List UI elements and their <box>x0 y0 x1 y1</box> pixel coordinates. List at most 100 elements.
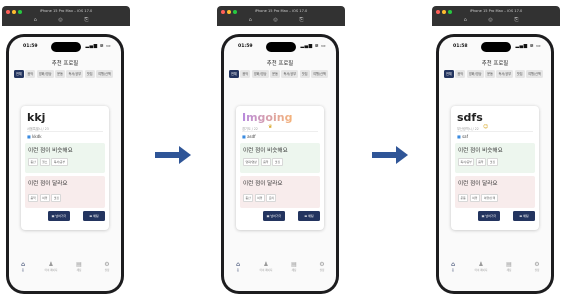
category-tab[interactable]: 음악 <box>25 70 36 78</box>
divider <box>457 131 533 132</box>
tab-settings[interactable]: ⚙ 설정 <box>310 261 334 281</box>
category-tab[interactable]: 영화/영상 <box>251 70 269 78</box>
tab-settings[interactable]: ⚙ 설정 <box>95 261 119 281</box>
tab-mypage[interactable]: ♟ 마이 페이지 <box>254 261 278 281</box>
category-tab[interactable]: 음악 <box>240 70 251 78</box>
chat-button[interactable]: ▬ 채팅 <box>83 211 105 221</box>
category-tab[interactable]: 맛집 <box>84 70 95 78</box>
category-tab[interactable]: 전체 <box>14 70 24 78</box>
skip-button[interactable]: ▣ 넘어가기 <box>478 211 500 221</box>
simulator-window-2: iPhone 15 Pro Max – iOS 17.0 ⌂ ◎ ⎘ 01:59… <box>217 6 345 294</box>
similar-title: 이런 점이 비슷해요 <box>243 148 288 154</box>
phone-screen: 01:59 ▂▄▆ ≋ ▭ 추천 프로필 전체 음악 영화/영상 운동 독서/공… <box>9 37 121 291</box>
bottom-tab-bar: ⌂ 홈 ♟ 마이 페이지 ▤ 채팅 ⚙ 설정 <box>224 261 336 281</box>
category-tab[interactable]: 영화/영상 <box>36 70 54 78</box>
category-tab[interactable]: 독서/공부 <box>496 70 514 78</box>
interest-pill: 여행 <box>39 194 50 202</box>
category-tab[interactable]: 여행/산책 <box>96 70 113 78</box>
profile-card[interactable]: sdfs 부산광역시 / 22 ☺ ■ saf 이런 점이 비슷해요 독서/공부… <box>451 106 539 230</box>
interest-pill: 음악 <box>260 158 271 166</box>
category-tab[interactable]: 전체 <box>444 70 454 78</box>
tab-settings[interactable]: ⚙ 설정 <box>525 261 549 281</box>
category-tab[interactable]: 독서/공부 <box>66 70 84 78</box>
profile-tag: ■ saf <box>457 134 468 139</box>
simulator-toolbar: iPhone 15 Pro Max – iOS 17.0 ⌂ ◎ ⎘ <box>217 6 345 26</box>
profile-tag-text: saf <box>462 134 469 139</box>
category-tab[interactable]: 여행/산책 <box>311 70 328 78</box>
person-icon: ♟ <box>263 261 269 268</box>
status-time: 01:59 <box>23 44 38 49</box>
category-tab[interactable]: 전체 <box>229 70 239 78</box>
category-tab[interactable]: 독서/공부 <box>281 70 299 78</box>
similar-title: 이런 점이 비슷해요 <box>458 148 503 154</box>
profile-card[interactable]: Imgoing 경기도 / 22 ♛ ■ asdf 이런 점이 비슷해요 영화/… <box>236 106 324 230</box>
status-time: 01:58 <box>453 44 468 49</box>
tab-mypage[interactable]: ♟ 마이 페이지 <box>469 261 493 281</box>
tab-chat[interactable]: ▤ 채팅 <box>497 261 521 281</box>
simulator-tool-icons[interactable]: ⌂ ◎ ⎘ <box>2 17 130 23</box>
dynamic-island <box>266 42 296 52</box>
similar-title: 이런 점이 비슷해요 <box>28 148 73 154</box>
different-section: 이런 점이 달라요 음악 여행 맛집 <box>25 176 105 208</box>
simulator-tool-icons[interactable]: ⌂ ◎ ⎘ <box>217 17 345 23</box>
status-icons: ▂▄▆ ≋ ▭ <box>515 44 541 49</box>
arrow-shaft <box>155 152 181 158</box>
category-tabs: 전체 음악 영화/영상 운동 독서/공부 맛집 여행/산책 <box>14 70 113 78</box>
interest-pill: 운동 <box>458 194 469 202</box>
page-title: 추천 프로필 <box>266 61 294 67</box>
tab-mypage[interactable]: ♟ 마이 페이지 <box>39 261 63 281</box>
interest-pill: 음악 <box>28 194 39 202</box>
tab-home[interactable]: ⌂ 홈 <box>441 261 465 281</box>
similar-section: 이런 점이 비슷해요 독서/공부 음악 맛집 <box>455 143 535 173</box>
skip-button[interactable]: ▣ 넘어가기 <box>263 211 285 221</box>
tab-label: 채팅 <box>506 269 512 272</box>
tab-home[interactable]: ⌂ 홈 <box>226 261 250 281</box>
arrow-head <box>396 146 408 164</box>
profile-card[interactable]: kkj 서울특별시 / 23 ■ kkdk 이런 점이 비슷해요 등산 헬스 독… <box>21 106 109 230</box>
interest-pill: 요리 <box>266 194 277 202</box>
person-icon: ♟ <box>48 261 54 268</box>
bottom-tab-bar: ⌂ 홈 ♟ 마이 페이지 ▤ 채팅 ⚙ 설정 <box>439 261 551 281</box>
gear-icon: ⚙ <box>534 261 540 268</box>
page-title: 추천 프로필 <box>51 61 79 67</box>
chat-button[interactable]: ▬ 채팅 <box>513 211 535 221</box>
skip-icon: ▣ <box>481 214 485 218</box>
skip-button-label: 넘어가기 <box>485 214 497 218</box>
profile-tag: ■ asdf <box>242 134 256 139</box>
chat-button-label: 채팅 <box>523 214 529 218</box>
simulator-title: iPhone 15 Pro Max – iOS 17.0 <box>39 9 93 13</box>
category-tab[interactable]: 음악 <box>455 70 466 78</box>
chat-list-icon: ▤ <box>291 261 297 268</box>
tab-chat[interactable]: ▤ 채팅 <box>67 261 91 281</box>
skip-button[interactable]: ▣ 넘어가기 <box>48 211 70 221</box>
skip-button-label: 넘어가기 <box>55 214 67 218</box>
tab-label: 설정 <box>104 269 110 272</box>
category-tab[interactable]: 운동 <box>485 70 495 78</box>
tag-dot-icon: ■ <box>457 134 461 139</box>
tab-label: 홈 <box>21 269 25 272</box>
status-icons: ▂▄▆ ≋ ▭ <box>85 44 111 49</box>
badge-icon: ☺ <box>483 124 489 130</box>
category-tab[interactable]: 맛집 <box>514 70 525 78</box>
arrow-head <box>179 146 191 164</box>
category-tab[interactable]: 운동 <box>55 70 65 78</box>
category-tab[interactable]: 운동 <box>270 70 280 78</box>
interest-pill: 독서/공부 <box>458 158 475 166</box>
chat-icon: ▬ <box>304 214 308 218</box>
profile-name: sdfs <box>457 111 483 124</box>
dynamic-island <box>481 42 511 52</box>
different-title: 이런 점이 달라요 <box>458 181 498 187</box>
similar-pills: 등산 헬스 독서/공부 <box>28 158 68 166</box>
category-tab[interactable]: 맛집 <box>299 70 310 78</box>
tab-label: 마이 페이지 <box>259 269 273 272</box>
tab-home[interactable]: ⌂ 홈 <box>11 261 35 281</box>
category-tab[interactable]: 영화/영상 <box>466 70 484 78</box>
tab-chat[interactable]: ▤ 채팅 <box>282 261 306 281</box>
interest-pill: 음악 <box>475 158 486 166</box>
simulator-tool-icons[interactable]: ⌂ ◎ ⎘ <box>432 17 560 23</box>
simulator-toolbar: iPhone 15 Pro Max – iOS 17.0 ⌂ ◎ ⎘ <box>2 6 130 26</box>
chat-button[interactable]: ▬ 채팅 <box>298 211 320 221</box>
category-tab[interactable]: 여행/산책 <box>526 70 543 78</box>
bottom-tab-bar: ⌂ 홈 ♟ 마이 페이지 ▤ 채팅 ⚙ 설정 <box>9 261 121 281</box>
different-title: 이런 점이 달라요 <box>28 181 68 187</box>
